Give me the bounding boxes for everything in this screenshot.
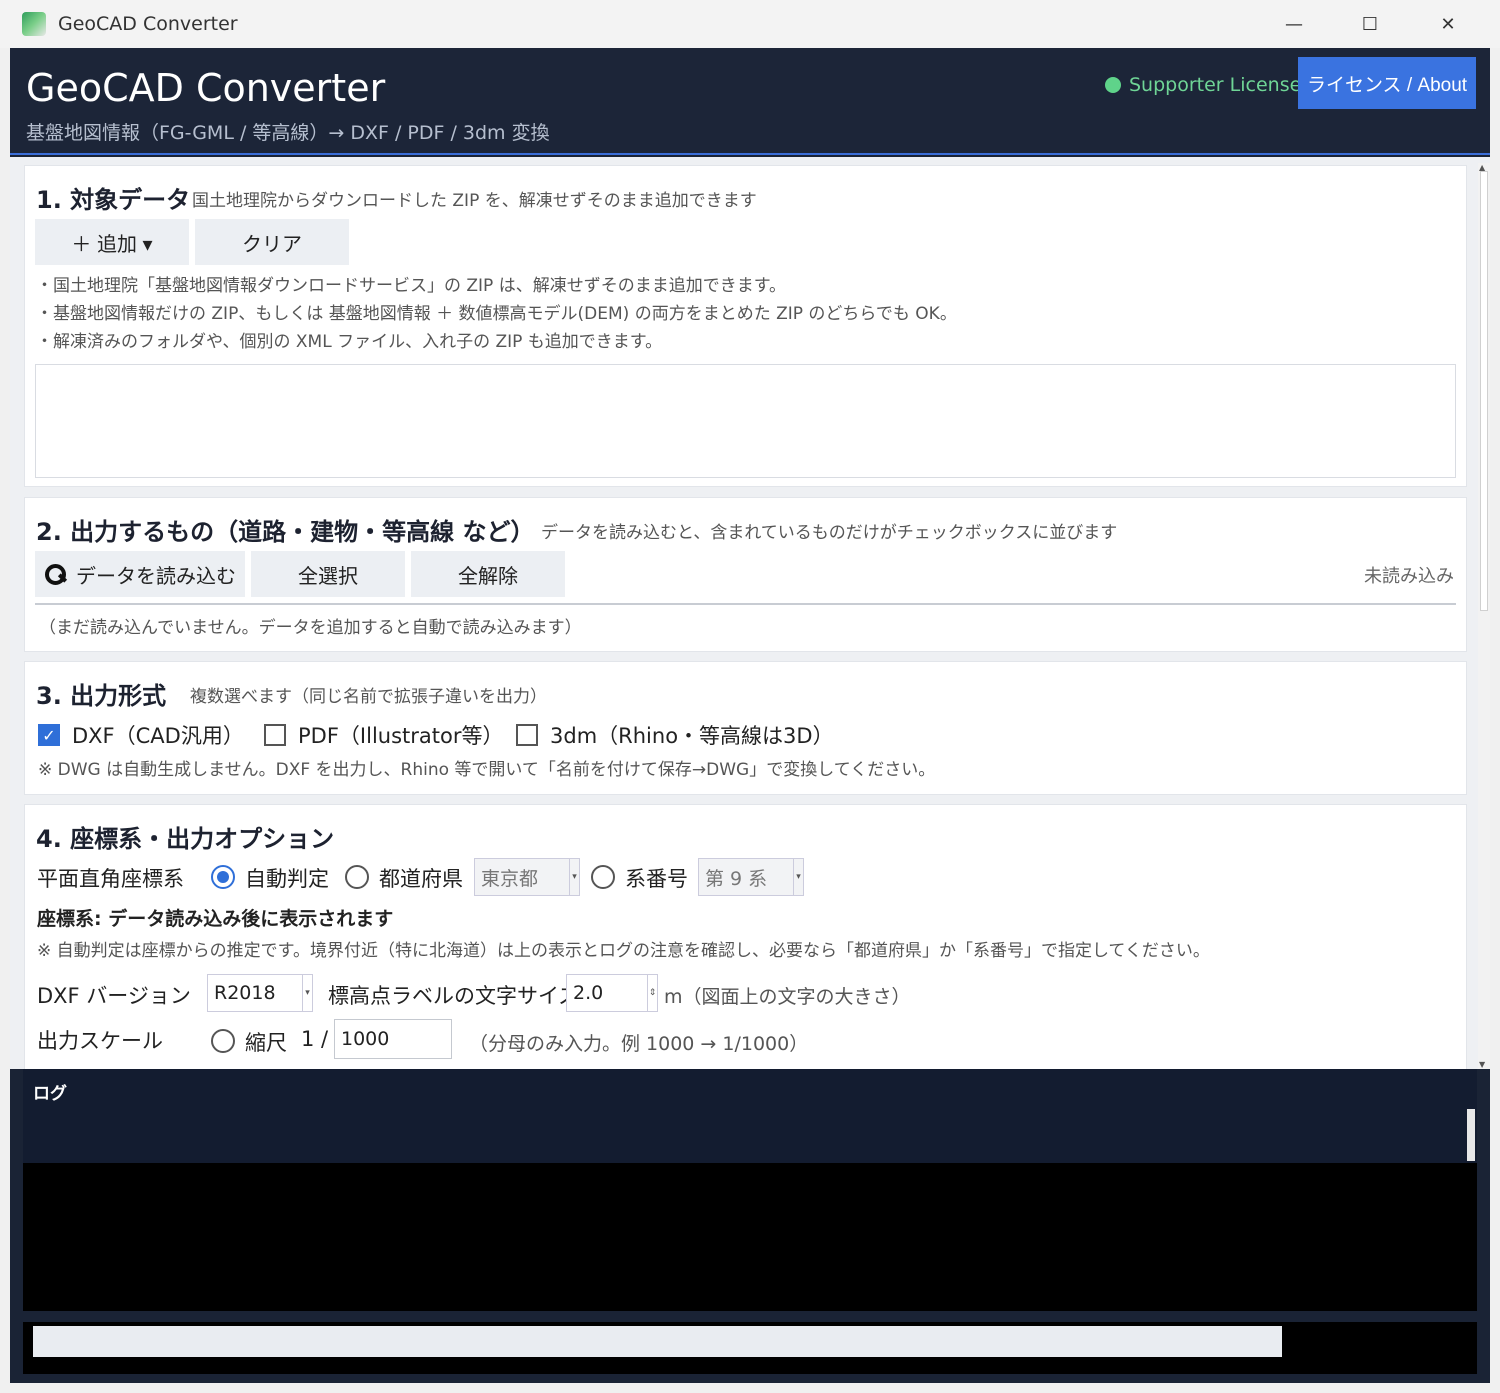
app-title: GeoCAD Converter: [26, 66, 386, 110]
load-status: 未読み込み: [1364, 566, 1454, 587]
load-data-button[interactable]: データを読み込む: [35, 551, 245, 597]
crs-status: 座標系: データ読み込み後に表示されます: [37, 908, 394, 930]
app-subtitle: 基盤地図情報（FG-GML / 等高線）→ DXF / PDF / 3dm 変換: [26, 122, 550, 144]
minimize-button[interactable]: —: [1264, 8, 1324, 40]
progress-area: [23, 1322, 1477, 1374]
status-dot-icon: [1105, 77, 1121, 93]
scroll-down-icon[interactable]: ▼: [1479, 1060, 1485, 1069]
prefecture-value: 東京都: [481, 867, 539, 890]
crs-zone-label: 系番号: [625, 867, 688, 891]
section4-title: 4. 座標系・出力オプション: [36, 825, 335, 853]
spinner-icon[interactable]: ⇕: [647, 975, 657, 1011]
dxf-version-label: DXF バージョン: [37, 984, 191, 1008]
output-scale-label: 出力スケール: [37, 1029, 163, 1053]
select-all-button[interactable]: 全選択: [251, 551, 405, 597]
section-output-layers: 2. 出力するもの（道路・建物・等高線 など） データを読み込むと、含まれている…: [24, 497, 1467, 652]
crs-pref-label: 都道府県: [379, 867, 463, 891]
format-3dm-label: 3dm（Rhino・等高線は3D）: [550, 724, 834, 748]
label-size-label: 標高点ラベルの文字サイズ: [328, 984, 580, 1008]
vertical-scrollbar[interactable]: ▲ ▼: [1478, 163, 1490, 1069]
checkbox-checked-icon[interactable]: ✓: [38, 724, 60, 746]
scale-prefix: 1 /: [301, 1027, 329, 1051]
section2-title: 2. 出力するもの（道路・建物・等高線 など）: [36, 518, 535, 546]
section3-desc: 複数選べます（同じ名前で拡張子違いを出力）: [190, 687, 547, 707]
crs-label: 平面直角座標系: [37, 867, 184, 891]
window-titlebar: GeoCAD Converter — ☐ ✕: [0, 0, 1500, 48]
app-header: GeoCAD Converter 基盤地図情報（FG-GML / 等高線）→ D…: [10, 48, 1490, 155]
format-dxf-option[interactable]: ✓ DXF（CAD汎用）: [38, 720, 244, 750]
chevron-down-icon: ▾: [302, 975, 312, 1011]
layers-empty-message: （まだ読み込んでいません。データを追加すると自動で読み込みます）: [39, 618, 582, 638]
divider: [35, 603, 1456, 605]
log-output[interactable]: [23, 1163, 1477, 1311]
add-button[interactable]: ＋ 追加 ▾: [35, 219, 189, 265]
log-title: ログ: [33, 1084, 67, 1104]
file-drop-list[interactable]: [35, 364, 1456, 478]
section1-title: 1. 対象データ: [36, 186, 191, 214]
format-pdf-label: PDF（Illustrator等）: [298, 724, 504, 748]
format-3dm-option[interactable]: 3dm（Rhino・等高線は3D）: [516, 720, 834, 750]
checkbox-unchecked-icon[interactable]: [516, 724, 538, 746]
crs-zone-radio[interactable]: [591, 865, 615, 889]
scale-radio[interactable]: [211, 1029, 235, 1053]
section1-note-3: ・解凍済みのフォルダや、個別の XML ファイル、入れ子の ZIP も追加できま…: [36, 332, 663, 352]
close-button[interactable]: ✕: [1418, 8, 1478, 40]
license-status-label: Supporter License: [1129, 74, 1302, 96]
scrollbar-thumb[interactable]: [1480, 171, 1488, 611]
section2-desc: データを読み込むと、含まれているものだけがチェックボックスに並びます: [541, 523, 1118, 543]
dxf-version-value: R2018: [214, 982, 276, 1004]
section1-note-2: ・基盤地図情報だけの ZIP、もしくは 基盤地図情報 ＋ 数値標高モデル(DEM…: [36, 304, 957, 324]
crs-auto-radio[interactable]: [211, 865, 235, 889]
crs-note: ※ 自動判定は座標からの推定です。境界付近（特に北海道）は上の表示とログの注意を…: [37, 941, 1210, 961]
chevron-down-icon: ▾: [569, 859, 579, 895]
window-title: GeoCAD Converter: [58, 13, 238, 35]
scale-hint: （分母のみ入力。例 1000 → 1/1000）: [469, 1033, 809, 1055]
label-size-value: 2.0: [573, 982, 604, 1004]
log-panel: ログ: [23, 1069, 1477, 1163]
app-logo-icon: [22, 12, 46, 36]
section1-desc: 国土地理院からダウンロードした ZIP を、解凍せずそのまま追加できます: [192, 191, 757, 211]
progress-bar: [33, 1326, 1282, 1357]
zone-select[interactable]: 第 9 系 ▾: [698, 858, 804, 896]
format-pdf-option[interactable]: PDF（Illustrator等）: [264, 720, 503, 750]
zone-value: 第 9 系: [705, 867, 768, 890]
license-about-button[interactable]: ライセンス / About: [1298, 57, 1476, 109]
label-size-spinner[interactable]: 2.0 ⇕: [566, 974, 658, 1012]
clear-button[interactable]: クリア: [195, 219, 349, 265]
load-data-label: データを読み込む: [76, 565, 236, 588]
settings-scroll-area: 1. 対象データ 国土地理院からダウンロードした ZIP を、解凍せずそのまま追…: [10, 157, 1490, 1069]
crs-auto-label: 自動判定: [245, 867, 329, 891]
license-status: Supporter License: [1105, 74, 1301, 96]
scale-radio-label: 縮尺: [245, 1031, 287, 1055]
search-icon: [44, 563, 66, 585]
crs-pref-radio[interactable]: [345, 865, 369, 889]
scale-input[interactable]: 1000: [334, 1019, 452, 1059]
deselect-all-button[interactable]: 全解除: [411, 551, 565, 597]
format-dxf-label: DXF（CAD汎用）: [72, 724, 244, 748]
maximize-button[interactable]: ☐: [1340, 8, 1400, 40]
prefecture-select[interactable]: 東京都 ▾: [474, 858, 580, 896]
chevron-down-icon: ▾: [793, 859, 803, 895]
label-size-unit: m（図面上の文字の大きさ）: [664, 986, 911, 1008]
checkbox-unchecked-icon[interactable]: [264, 724, 286, 746]
dwg-note: ※ DWG は自動生成しません。DXF を出力し、Rhino 等で開いて「名前を…: [38, 760, 936, 780]
section1-note-1: ・国土地理院「基盤地図情報ダウンロードサービス」の ZIP は、解凍せずそのまま…: [36, 276, 787, 296]
log-scrollbar[interactable]: [1467, 1109, 1475, 1161]
dxf-version-select[interactable]: R2018 ▾: [207, 974, 313, 1012]
section-input-data: 1. 対象データ 国土地理院からダウンロードした ZIP を、解凍せずそのまま追…: [24, 165, 1467, 487]
section-crs-options: 4. 座標系・出力オプション 平面直角座標系 自動判定 都道府県 東京都 ▾ 系…: [24, 804, 1467, 1069]
section3-title: 3. 出力形式: [36, 682, 167, 710]
section-output-format: 3. 出力形式 複数選べます（同じ名前で拡張子違いを出力） ✓ DXF（CAD汎…: [24, 661, 1467, 795]
